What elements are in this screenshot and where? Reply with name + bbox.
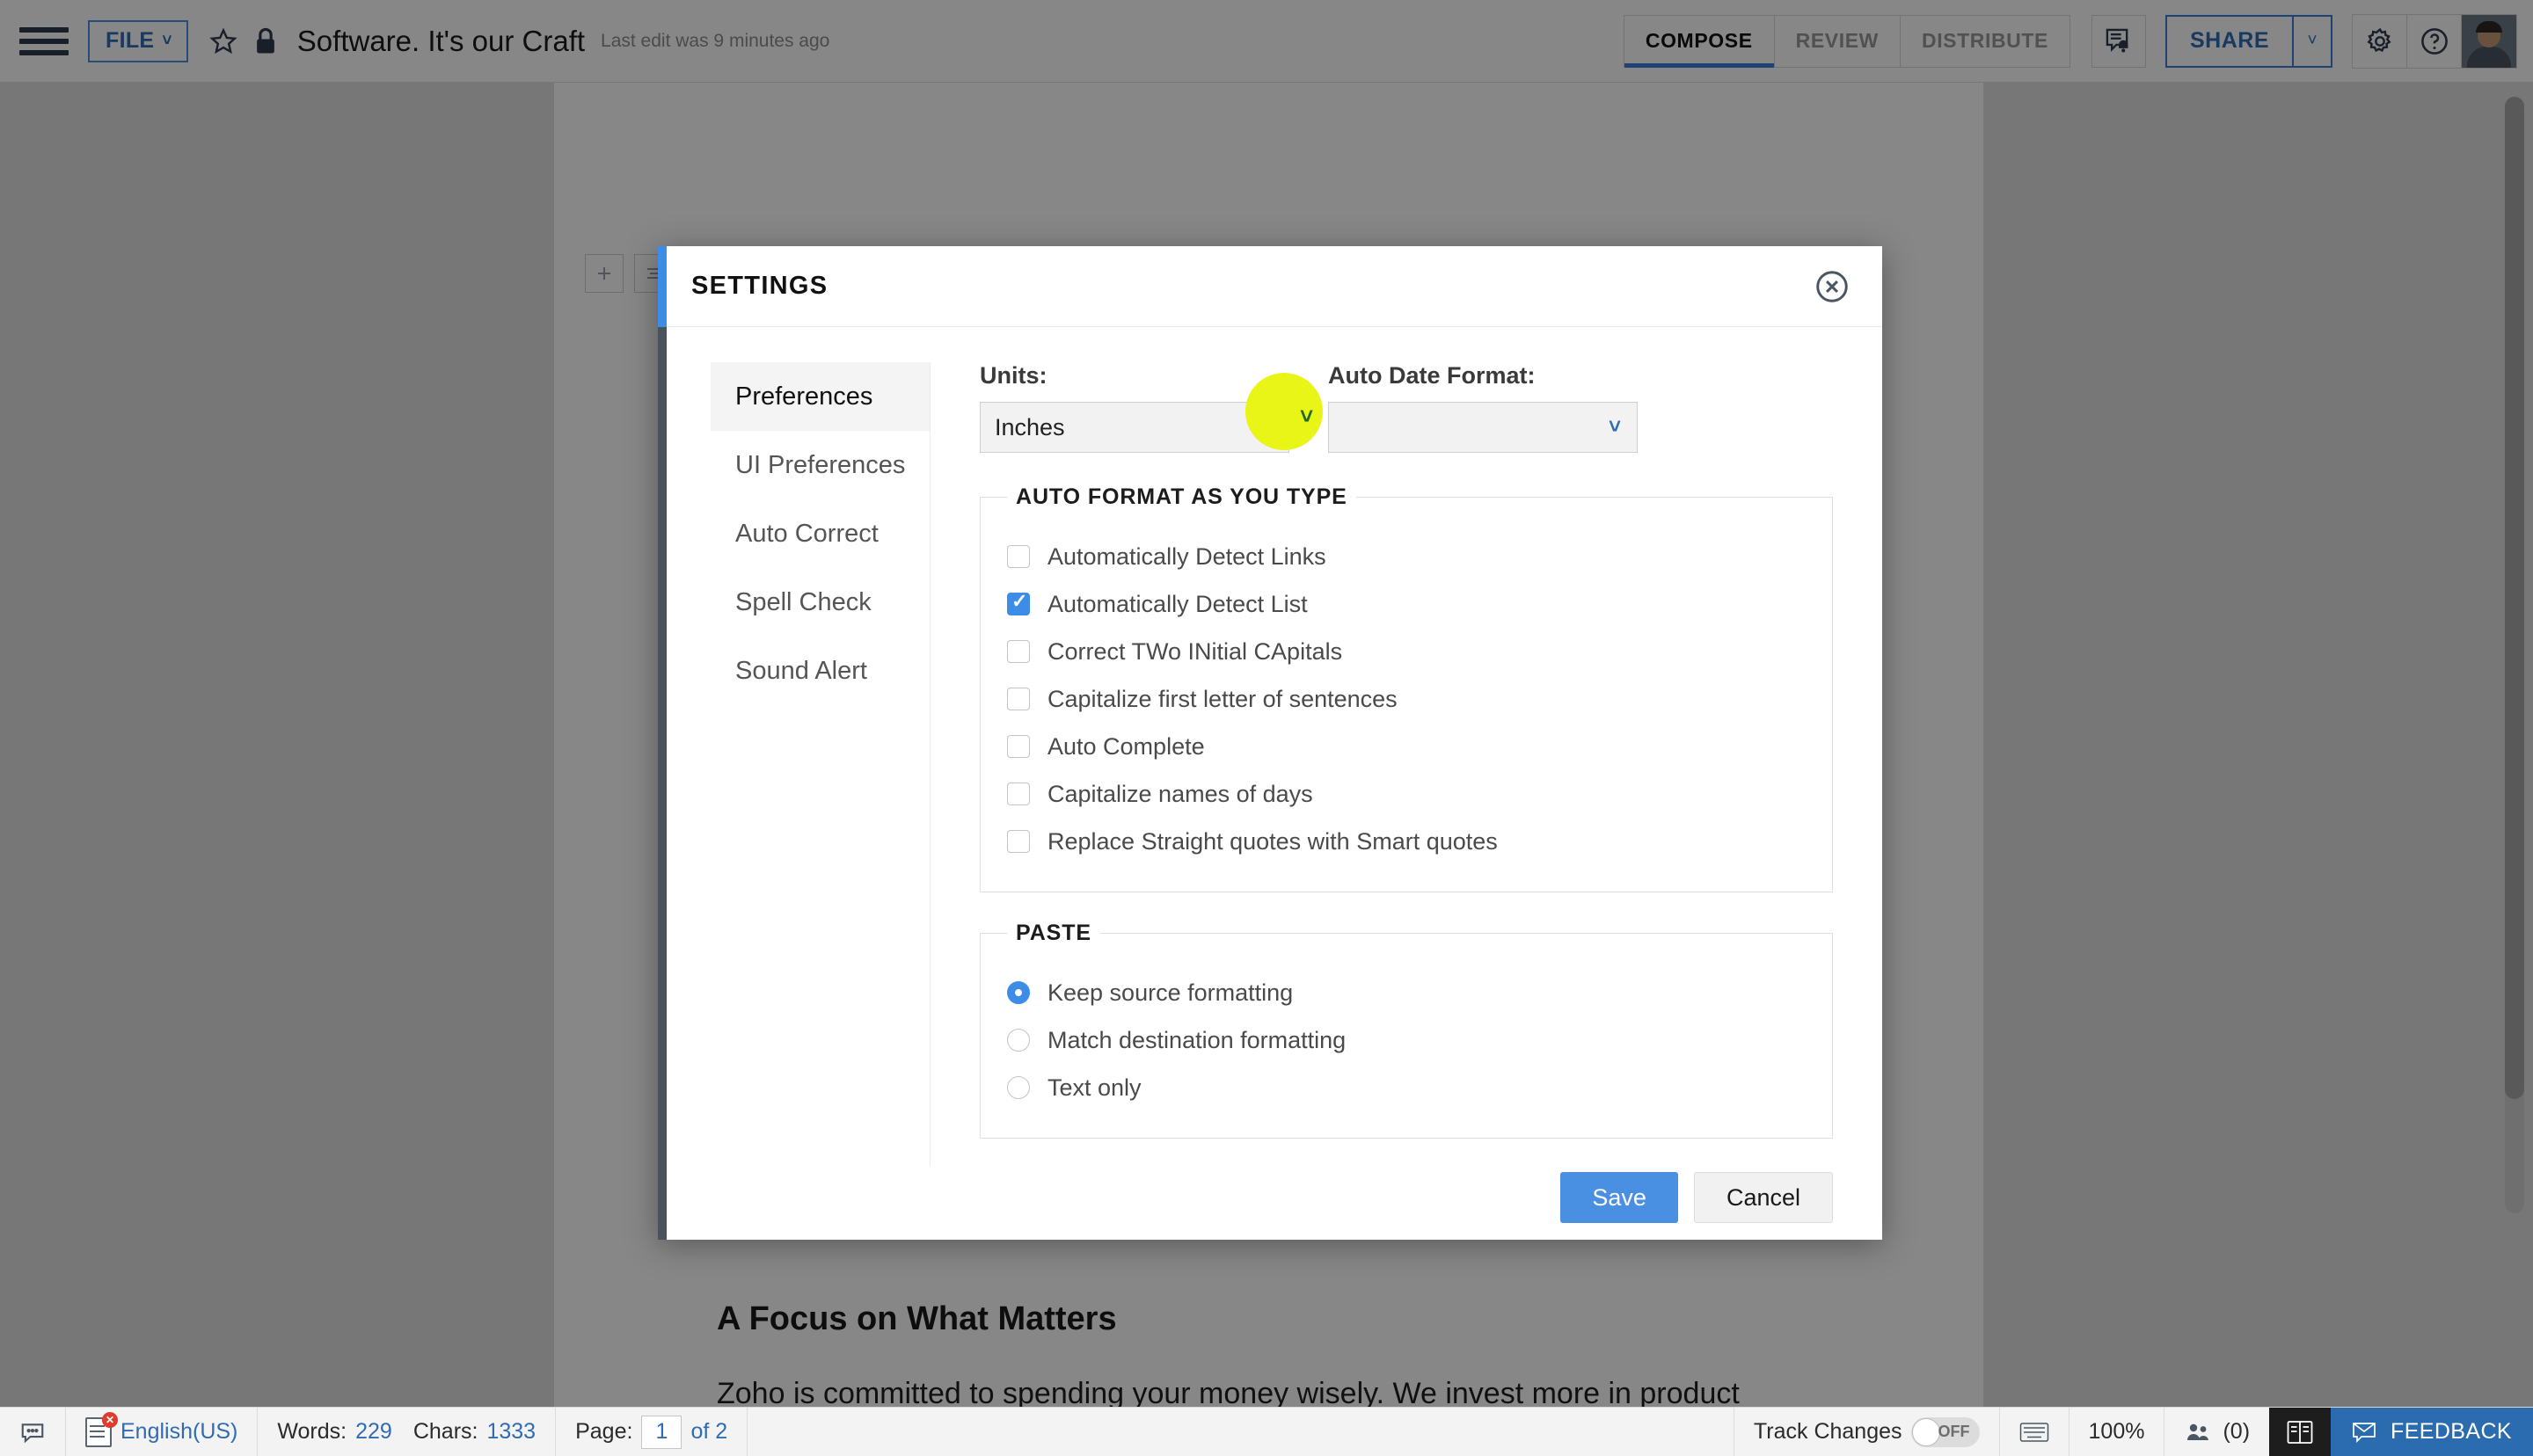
toggle-knob xyxy=(1911,1417,1940,1446)
page-number-input[interactable]: 1 xyxy=(641,1415,683,1449)
auto-format-group: AUTO FORMAT AS YOU TYPE Automatically De… xyxy=(980,484,1833,892)
checkbox-indicator[interactable] xyxy=(1007,545,1030,568)
comment-icon[interactable] xyxy=(0,1408,66,1456)
units-label: Units: xyxy=(980,362,1048,389)
checkbox-capitalize-days[interactable]: Capitalize names of days xyxy=(1007,770,1806,818)
word-count: Words: 229 Chars: 1333 xyxy=(258,1408,557,1456)
auto-date-format-field: Auto Date Format: ˅ xyxy=(1328,362,1638,453)
language-status[interactable]: ✕ English(US) xyxy=(66,1408,259,1456)
feedback-button[interactable]: FEEDBACK xyxy=(2331,1408,2533,1456)
track-changes-label: Track Changes xyxy=(1753,1419,1902,1444)
dialog-body: Preferences UI Preferences Auto Correct … xyxy=(658,327,1882,1167)
dialog-main-panel: Units: Inches ˅ Auto Date Format: ˅ AUTO… xyxy=(931,362,1882,1167)
sidebar-item-sound-alert[interactable]: Sound Alert xyxy=(711,637,930,705)
track-changes-control[interactable]: Track Changes OFF xyxy=(1733,1408,1999,1456)
checkbox-auto-complete[interactable]: Auto Complete xyxy=(1007,723,1806,770)
auto-date-format-label: Auto Date Format: xyxy=(1328,362,1536,389)
language-label: English(US) xyxy=(120,1419,238,1444)
checkbox-indicator[interactable] xyxy=(1007,783,1030,805)
checkbox-two-initial-capitals[interactable]: Correct TWo INitial CApitals xyxy=(1007,628,1806,675)
page-total: of 2 xyxy=(690,1419,728,1444)
checkbox-detect-list[interactable]: Automatically Detect List xyxy=(1007,580,1806,628)
chevron-down-icon: ˅ xyxy=(1608,415,1621,439)
radio-indicator[interactable] xyxy=(1007,1076,1030,1099)
auto-date-format-select[interactable]: ˅ xyxy=(1328,402,1638,453)
save-button[interactable]: Save xyxy=(1560,1172,1678,1223)
auto-format-legend: AUTO FORMAT AS YOU TYPE xyxy=(1016,484,1347,509)
checkbox-label: Auto Complete xyxy=(1048,732,1205,760)
status-bar-right: Track Changes OFF 100% (0) FEEDBACK xyxy=(1733,1408,2533,1456)
dialog-title: SETTINGS xyxy=(691,272,829,300)
checkbox-indicator[interactable] xyxy=(1007,590,1030,615)
keyboard-icon[interactable] xyxy=(1998,1408,2069,1456)
words-label: Words: xyxy=(277,1419,347,1444)
paste-group: PASTE Keep source formatting Match desti… xyxy=(980,921,1833,1139)
radio-indicator[interactable] xyxy=(1007,1029,1030,1052)
checkbox-indicator[interactable] xyxy=(1007,830,1030,853)
units-field: Units: Inches ˅ xyxy=(980,362,1289,453)
dialog-footer: Save Cancel xyxy=(658,1167,1882,1262)
units-select[interactable]: Inches ˅ xyxy=(980,402,1289,453)
checkbox-label: Correct TWo INitial CApitals xyxy=(1048,637,1343,665)
words-value: 229 xyxy=(355,1419,392,1444)
radio-indicator[interactable] xyxy=(1007,981,1030,1004)
checkbox-label: Automatically Detect List xyxy=(1048,590,1308,617)
checkbox-capitalize-sentences[interactable]: Capitalize first letter of sentences xyxy=(1007,675,1806,723)
sidebar-item-spell-check[interactable]: Spell Check xyxy=(711,568,930,637)
checkbox-detect-links[interactable]: Automatically Detect Links xyxy=(1007,533,1806,580)
selects-row: Units: Inches ˅ Auto Date Format: ˅ xyxy=(980,362,1833,453)
units-select-value: Inches xyxy=(995,413,1065,440)
cancel-button[interactable]: Cancel xyxy=(1693,1172,1833,1223)
page-indicator: Page: 1 of 2 xyxy=(556,1408,748,1456)
track-changes-toggle[interactable]: OFF xyxy=(1910,1416,1980,1447)
close-circle-icon[interactable] xyxy=(1812,266,1852,307)
feedback-label: FEEDBACK xyxy=(2391,1419,2512,1444)
spellcheck-error-icon: ✕ xyxy=(85,1411,118,1447)
radio-label: Keep source formatting xyxy=(1048,979,1294,1006)
sidebar-item-preferences[interactable]: Preferences xyxy=(711,362,930,431)
toggle-state-label: OFF xyxy=(1938,1423,1970,1440)
page-label: Page: xyxy=(575,1419,633,1444)
radio-keep-source-formatting[interactable]: Keep source formatting xyxy=(1007,969,1806,1016)
radio-label: Text only xyxy=(1048,1074,1142,1101)
dialog-header: SETTINGS xyxy=(658,246,1882,327)
checkbox-indicator[interactable] xyxy=(1007,640,1030,663)
checkbox-label: Capitalize names of days xyxy=(1048,780,1313,807)
radio-match-destination-formatting[interactable]: Match destination formatting xyxy=(1007,1016,1806,1064)
radio-text-only[interactable]: Text only xyxy=(1007,1064,1806,1111)
checkbox-label: Replace Straight quotes with Smart quote… xyxy=(1048,827,1498,855)
checkbox-indicator[interactable] xyxy=(1007,735,1030,758)
sidebar-item-ui-preferences[interactable]: UI Preferences xyxy=(711,431,930,499)
status-bar: ✕ English(US) Words: 229 Chars: 1333 Pag… xyxy=(0,1407,2533,1456)
zoom-level[interactable]: 100% xyxy=(2068,1408,2164,1456)
error-badge: ✕ xyxy=(102,1411,118,1428)
radio-label: Match destination formatting xyxy=(1048,1026,1347,1053)
book-icon[interactable] xyxy=(2269,1408,2332,1456)
collaborators[interactable]: (0) xyxy=(2164,1408,2269,1456)
chevron-down-icon: ˅ xyxy=(1259,415,1273,439)
sidebar-item-auto-correct[interactable]: Auto Correct xyxy=(711,499,930,568)
checkbox-label: Capitalize first letter of sentences xyxy=(1048,685,1398,712)
settings-dialog: SETTINGS Preferences UI Preferences Auto… xyxy=(658,246,1882,1240)
checkbox-label: Automatically Detect Links xyxy=(1048,542,1326,570)
zoom-value: 100% xyxy=(2088,1419,2145,1444)
chars-value: 1333 xyxy=(486,1419,537,1444)
paste-legend: PASTE xyxy=(1016,921,1091,945)
collaborator-count: (0) xyxy=(2223,1419,2251,1444)
application-window: FILE ˅ Software. It's our Craft Last edi… xyxy=(0,0,2533,1456)
chars-label: Chars: xyxy=(412,1419,478,1444)
dialog-sidebar: Preferences UI Preferences Auto Correct … xyxy=(658,362,931,1167)
envelope-icon xyxy=(2353,1422,2376,1443)
checkbox-indicator[interactable] xyxy=(1007,688,1030,710)
checkbox-smart-quotes[interactable]: Replace Straight quotes with Smart quote… xyxy=(1007,818,1806,865)
